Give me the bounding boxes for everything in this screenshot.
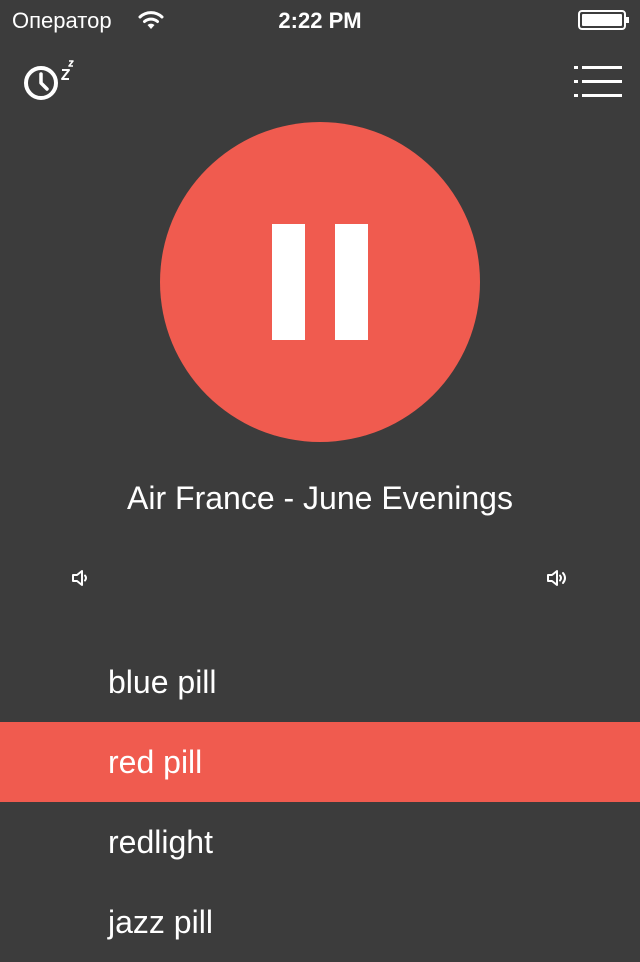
station-item-blue-pill[interactable]: blue pill bbox=[0, 642, 640, 722]
volume-slider[interactable] bbox=[110, 560, 530, 596]
volume-low-icon bbox=[72, 570, 87, 586]
station-item-red-pill[interactable]: red pill bbox=[0, 722, 640, 802]
station-list: blue pill red pill redlight jazz pill bbox=[0, 642, 640, 962]
pause-icon-right-bar bbox=[335, 224, 368, 340]
volume-high-icon bbox=[547, 570, 566, 586]
now-playing-title: Air France - June Evenings bbox=[127, 480, 513, 516]
sleep-timer-icon[interactable] bbox=[22, 58, 78, 104]
pause-button[interactable] bbox=[160, 122, 480, 442]
carrier-name: Оператор bbox=[12, 8, 112, 33]
menu-list-icon[interactable] bbox=[574, 64, 622, 100]
wifi-icon bbox=[138, 11, 164, 29]
battery-full-icon bbox=[578, 10, 629, 30]
status-bar: Оператор 2:22 PM bbox=[0, 0, 640, 40]
station-item-redlight[interactable]: redlight bbox=[0, 802, 640, 882]
pause-icon-left-bar bbox=[272, 224, 305, 340]
station-item-jazz-pill[interactable]: jazz pill bbox=[0, 882, 640, 962]
